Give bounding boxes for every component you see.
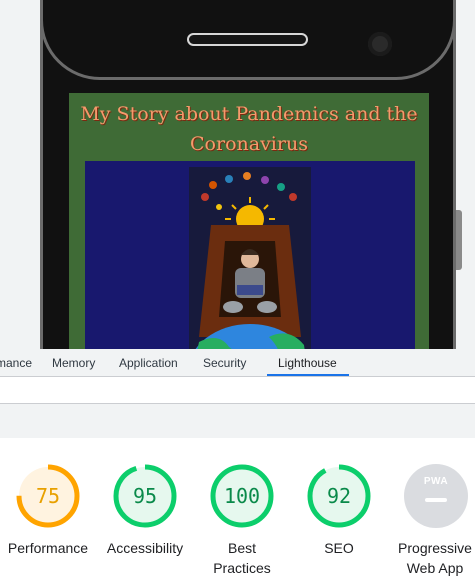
phone-camera [368, 32, 392, 56]
seo-label[interactable]: SEO [284, 538, 394, 558]
pwa-label[interactable]: Progressive Web App [380, 538, 475, 578]
performance-gauge[interactable]: 75 [16, 464, 80, 528]
tab-application[interactable]: Application [119, 349, 178, 377]
seo-gauge[interactable]: 92 [307, 464, 371, 528]
pwa-badge-text: PWA [423, 476, 449, 487]
accessibility-score: 95 [132, 484, 158, 508]
devtools-tabbar: mance Memory Application Security Lighth… [0, 349, 475, 377]
phone-speaker [187, 33, 308, 46]
story-illustration [189, 167, 311, 349]
phone-screen[interactable]: My Story about Pandemics and the Coronav… [69, 93, 429, 349]
story-panel [85, 161, 415, 349]
tab-security[interactable]: Security [203, 349, 246, 377]
performance-score: 75 [35, 484, 61, 508]
best-practices-gauge[interactable]: 100 [210, 464, 274, 528]
report-header-band [0, 404, 475, 438]
best-practices-score: 100 [223, 484, 261, 508]
site-title: My Story about Pandemics and the Coronav… [80, 103, 418, 155]
pwa-dash-icon [425, 498, 447, 502]
tab-performance[interactable]: mance [0, 349, 32, 377]
accessibility-gauge[interactable]: 95 [113, 464, 177, 528]
tab-lighthouse[interactable]: Lighthouse [278, 349, 337, 377]
active-tab-indicator [267, 374, 349, 376]
accessibility-label[interactable]: Accessibility [90, 538, 200, 558]
best-practices-label[interactable]: Best Practices [187, 538, 297, 578]
device-preview: My Story about Pandemics and the Coronav… [0, 0, 475, 349]
tab-memory[interactable]: Memory [52, 349, 95, 377]
phone-side-button [456, 210, 462, 270]
pwa-badge-icon[interactable]: PWA [404, 464, 468, 528]
performance-label[interactable]: Performance [0, 538, 103, 558]
lighthouse-report: 75 Performance 95 Accessibility 100 Best… [0, 438, 475, 586]
seo-score: 92 [326, 484, 352, 508]
lighthouse-toolbar [0, 377, 475, 404]
